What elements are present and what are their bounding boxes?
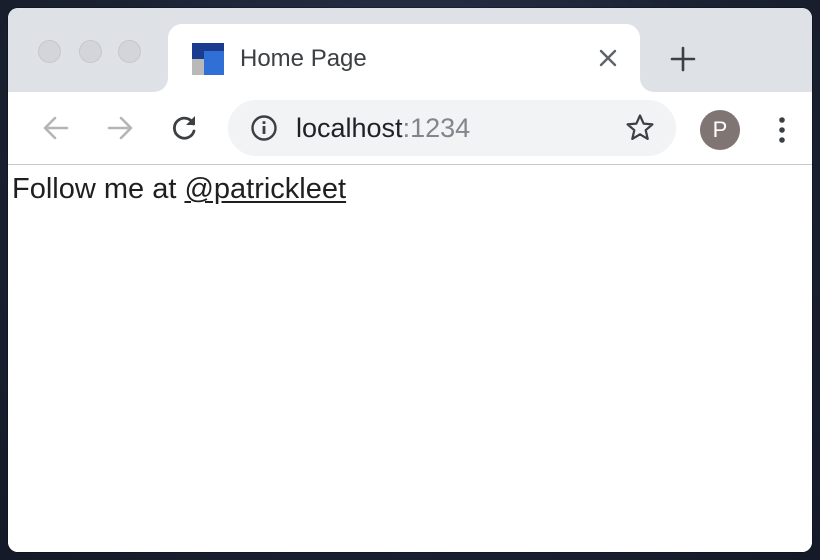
tab-title: Home Page: [240, 45, 367, 72]
profile-avatar[interactable]: P: [700, 110, 740, 150]
tab-home-page[interactable]: Home Page: [168, 24, 640, 92]
follow-text: Follow me at: [12, 173, 185, 205]
url-host: localhost: [296, 113, 403, 143]
url-text[interactable]: localhost:1234: [296, 112, 470, 144]
back-button[interactable]: [38, 110, 74, 146]
window-minimize-button[interactable]: [79, 40, 102, 63]
page-content: Follow me at @patrickleet: [8, 165, 812, 552]
follow-line: Follow me at @patrickleet: [12, 171, 346, 207]
address-bar[interactable]: localhost:1234: [228, 100, 676, 156]
browser-window: Home Page localhost:1234 P Follow me at …: [8, 8, 812, 552]
reload-button[interactable]: [166, 110, 202, 146]
reload-icon: [173, 116, 196, 140]
forward-button[interactable]: [102, 110, 138, 146]
star-icon[interactable]: [624, 112, 656, 144]
window-close-button[interactable]: [38, 40, 61, 63]
twitter-handle-link[interactable]: @patrickleet: [184, 173, 346, 205]
browser-toolbar: localhost:1234 P: [8, 92, 812, 165]
arrow-left-icon: [43, 116, 69, 140]
window-maximize-button[interactable]: [118, 40, 141, 63]
arrow-right-icon: [107, 116, 133, 140]
url-port: :1234: [402, 113, 471, 143]
new-tab-icon[interactable]: [668, 44, 698, 74]
info-icon[interactable]: [250, 114, 278, 142]
favicon-icon: [192, 43, 224, 75]
close-icon[interactable]: [596, 46, 620, 70]
tab-strip: Home Page: [8, 8, 812, 92]
more-menu-icon[interactable]: [770, 114, 794, 146]
